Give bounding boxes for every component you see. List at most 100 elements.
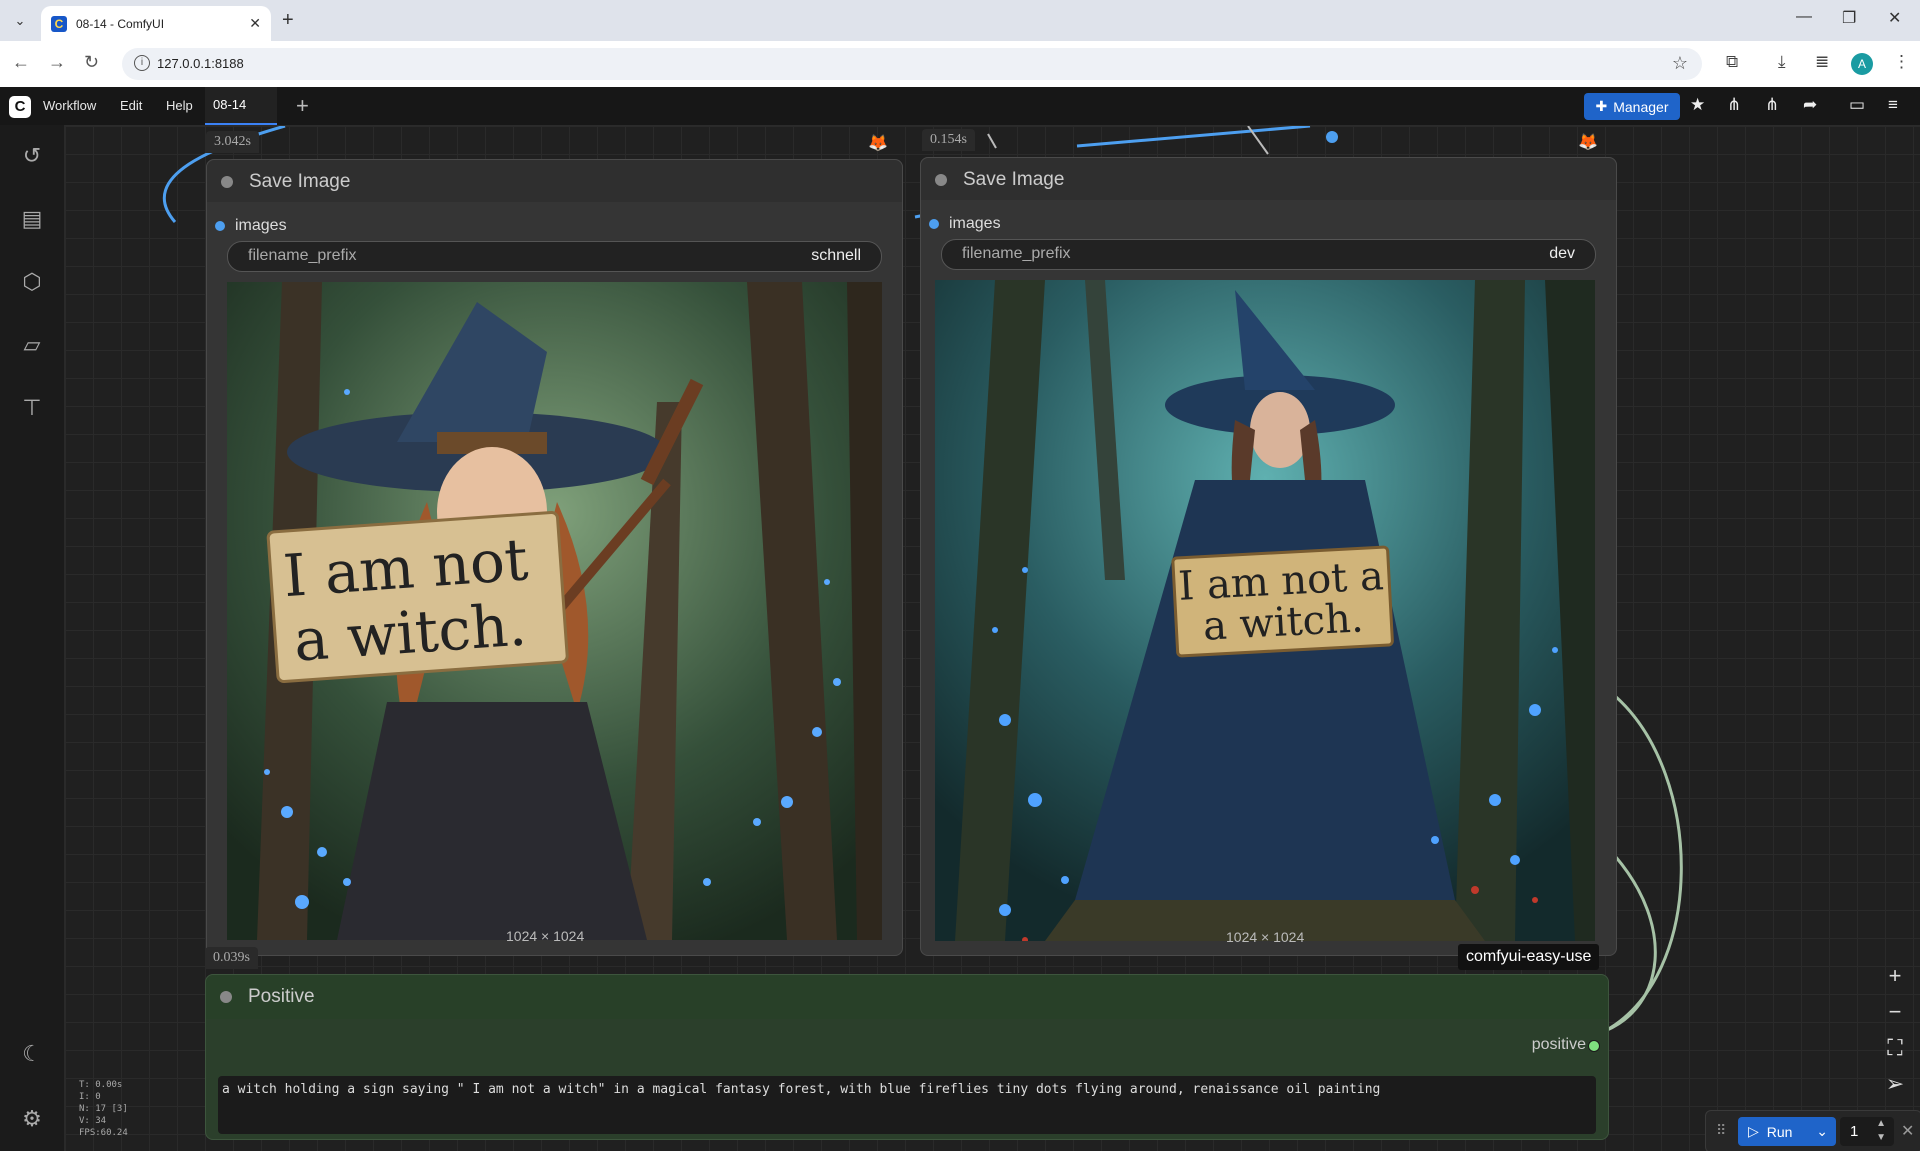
node-canvas[interactable]: 3.042s 🦊 Save Image images filename_pref… (65, 126, 1920, 1151)
folder-icon[interactable]: ▱ (18, 331, 46, 359)
url-text: 127.0.0.1:8188 (157, 56, 244, 71)
node-title: Positive (248, 986, 315, 1007)
manager-label: Manager (1613, 98, 1669, 115)
comfy-logo-icon[interactable]: C (9, 96, 31, 118)
stepper-down-icon[interactable]: ▼ (1876, 1132, 1886, 1143)
save-image-node-schnell[interactable]: Save Image images filename_prefix schnel… (206, 159, 903, 956)
input-dot-icon[interactable] (215, 220, 225, 231)
input-slot-images[interactable]: images (215, 217, 287, 235)
fit-view-icon[interactable]: ⛶ (1875, 1030, 1915, 1066)
history-icon[interactable]: ↺ (18, 142, 46, 170)
star-icon[interactable]: ★ (1690, 95, 1705, 115)
run-label: Run (1766, 1123, 1793, 1140)
widget-name: filename_prefix (962, 245, 1071, 262)
output-label: positive (1531, 1036, 1586, 1053)
download-icon[interactable]: ⤓ (1778, 52, 1786, 72)
close-window-icon[interactable]: ✕ (1888, 8, 1901, 28)
back-icon[interactable]: ← (12, 52, 30, 73)
share-icon[interactable]: ➦ (1803, 95, 1817, 115)
stat-line: N: 17 [3] (79, 1104, 128, 1114)
collapse-dot-icon[interactable] (220, 991, 232, 1003)
url-field[interactable]: i 127.0.0.1:8188 ☆ (122, 48, 1702, 80)
widget-value: dev (1549, 245, 1575, 262)
stat-line: V: 34 (79, 1116, 107, 1126)
menu-edit[interactable]: Edit (120, 98, 142, 113)
image-dimensions: 1024 × 1024 (1226, 929, 1305, 945)
fox-badge-icon: 🦊 (868, 135, 888, 152)
exec-time-badge: 3.042s (206, 131, 259, 153)
model-library-icon[interactable]: ⬡ (18, 268, 46, 296)
drag-handle-icon[interactable]: ⠿ (1716, 1122, 1726, 1139)
workflow-tab-label: 08-14 (213, 97, 247, 112)
new-tab-icon[interactable]: + (282, 9, 294, 32)
chevron-down-icon[interactable]: ⌄ (1816, 1123, 1828, 1140)
canvas-stats: T: 0.00s I: 0 N: 17 [3] V: 34 FPS:60.24 (79, 1079, 128, 1139)
queue-icon[interactable]: ▤ (18, 205, 46, 233)
stat-line: I: 0 (79, 1092, 101, 1102)
tab-list-chevron-icon[interactable]: ⌄ (8, 9, 32, 33)
settings-gear-icon[interactable]: ⚙ (18, 1105, 46, 1133)
site-info-icon[interactable]: i (134, 55, 150, 71)
input-slot-images[interactable]: images (929, 215, 1001, 233)
chrome-menu-icon[interactable]: ⋮ (1893, 52, 1910, 72)
extensions-icon[interactable]: ⧉ (1726, 52, 1738, 72)
browser-tab[interactable]: C 08-14 - ComfyUI ✕ (41, 6, 271, 41)
forward-icon[interactable]: → (48, 52, 66, 73)
bookmark-star-icon[interactable]: ☆ (1672, 53, 1688, 74)
new-workflow-icon[interactable]: + (296, 93, 309, 119)
filename-prefix-widget[interactable]: filename_prefix schnell (227, 241, 882, 272)
node-library-icon[interactable]: ⊤ (18, 394, 46, 422)
stat-line: T: 0.00s (79, 1080, 123, 1090)
stepper-up-icon[interactable]: ▲ (1876, 1118, 1886, 1129)
sidebar: ↺ ▤ ⬡ ▱ ⊤ ☾ ⚙ (0, 125, 65, 1151)
image-dimensions: 1024 × 1024 (506, 928, 585, 944)
profile-avatar[interactable]: A (1851, 53, 1873, 75)
play-icon: ▷ (1748, 1123, 1759, 1139)
collapse-dot-icon[interactable] (221, 176, 233, 188)
input-dot-icon[interactable] (929, 218, 939, 229)
run-button[interactable]: ▷ Run ⌄ (1738, 1117, 1836, 1146)
node-header[interactable]: Save Image (921, 158, 1616, 200)
reading-list-icon[interactable]: ≣ (1815, 52, 1829, 72)
manager-button[interactable]: ✚ Manager (1584, 93, 1680, 120)
stat-line: FPS:60.24 (79, 1128, 128, 1138)
panel-toggle-icon[interactable]: ▭ (1849, 95, 1865, 115)
puzzle-icon: ✚ (1595, 98, 1608, 114)
theme-moon-icon[interactable]: ☾ (18, 1040, 46, 1068)
node-header[interactable]: Positive (206, 975, 1608, 1019)
workflow-tab[interactable]: 08-14 (205, 87, 277, 125)
cancel-icon[interactable]: ✕ (1901, 1121, 1914, 1141)
exec-time-badge: 0.039s (205, 947, 258, 969)
hamburger-menu-icon[interactable]: ≡ (1888, 95, 1898, 115)
zoom-out-icon[interactable]: − (1875, 994, 1915, 1030)
node-header[interactable]: Save Image (207, 160, 902, 202)
zoom-in-icon[interactable]: + (1875, 958, 1915, 994)
node-title: Save Image (963, 169, 1065, 190)
zoom-controls: + − ⛶ ➢ (1875, 958, 1915, 1102)
positive-prompt-node[interactable]: Positive positive a witch holding a sign… (205, 974, 1609, 1140)
run-toolbar: ⠿ ▷ Run ⌄ 1 ▲ ▼ ✕ (1705, 1110, 1920, 1151)
filename-prefix-widget[interactable]: filename_prefix dev (941, 239, 1596, 270)
collapse-dot-icon[interactable] (935, 174, 947, 186)
model-alt-icon[interactable]: ⋔ (1765, 95, 1779, 115)
output-image-schnell[interactable]: I am not a witch. (227, 282, 882, 940)
batch-count-input[interactable]: 1 ▲ ▼ (1840, 1117, 1894, 1146)
witch-painting-illustration: I am not a a witch. (935, 280, 1595, 941)
model-icon[interactable]: ⋔ (1727, 95, 1741, 115)
output-image-dev[interactable]: I am not a a witch. (935, 280, 1595, 941)
prompt-textarea[interactable]: a witch holding a sign saying " I am not… (218, 1076, 1596, 1134)
save-image-node-dev[interactable]: Save Image images filename_prefix dev I … (920, 157, 1617, 956)
menu-workflow[interactable]: Workflow (43, 98, 96, 113)
output-dot-icon[interactable] (1588, 1040, 1600, 1052)
group-title-label[interactable]: comfyui-easy-use (1458, 944, 1600, 970)
locate-icon[interactable]: ➢ (1875, 1066, 1915, 1102)
menu-help[interactable]: Help (166, 98, 193, 113)
reload-icon[interactable]: ↻ (84, 52, 99, 73)
comfyui-favicon-icon: C (51, 15, 67, 32)
restore-icon[interactable]: ❐ (1842, 8, 1856, 28)
browser-tab-title: 08-14 - ComfyUI (76, 16, 165, 31)
close-tab-icon[interactable]: ✕ (249, 15, 261, 32)
minimize-icon[interactable]: — (1796, 8, 1812, 26)
widget-value: schnell (811, 247, 861, 264)
input-label: images (949, 215, 1001, 232)
